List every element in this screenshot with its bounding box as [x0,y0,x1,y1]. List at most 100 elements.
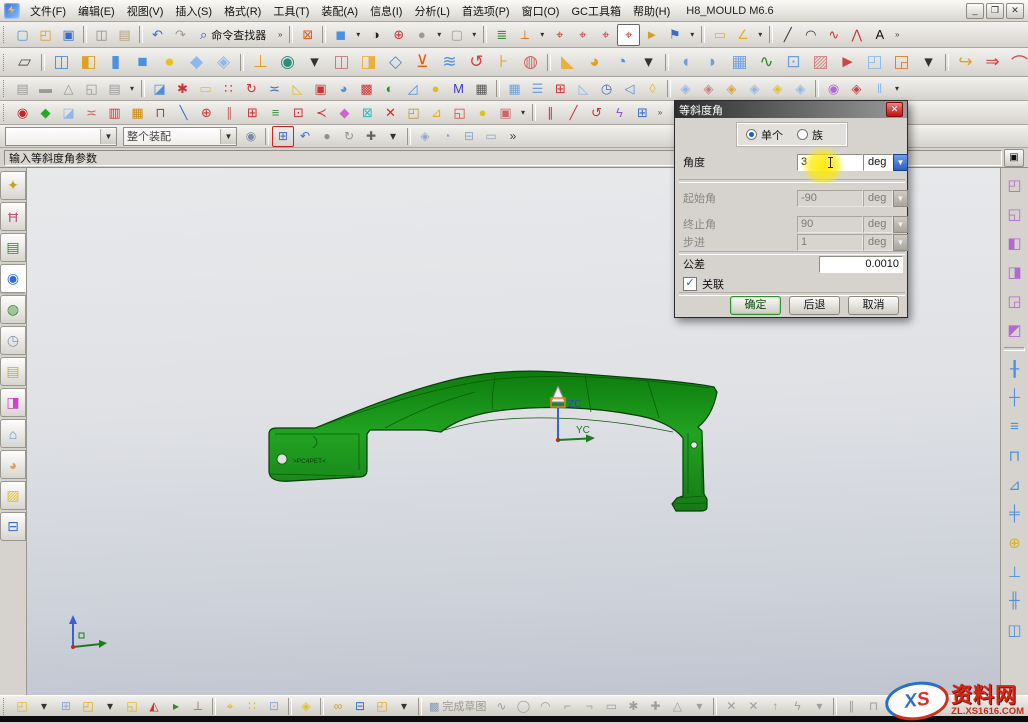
tolerance-input[interactable]: 0.0010 [819,256,903,273]
section-analysis-icon[interactable]: ◿ [401,78,424,100]
restore-button[interactable]: ❐ [986,3,1004,19]
contrast-icon[interactable]: ◑ [364,24,387,46]
line-red-icon[interactable]: ╱ [562,102,585,124]
boolean-more-icon[interactable]: ▾ [301,49,328,76]
offset-icon[interactable]: ⊦ [490,49,517,76]
sheet-chk6-icon[interactable]: ◈ [789,78,812,100]
shell-more-icon[interactable]: ▾ [635,49,662,76]
bridge-icon[interactable]: ⌒ [1006,49,1028,76]
text-box-icon[interactable]: ▣ [309,78,332,100]
vertex-icon[interactable]: ≺ [310,102,333,124]
roles-people-icon[interactable]: ◕ [0,450,26,479]
building-wand-icon[interactable]: ⌂ [0,419,26,448]
hourglass-icon[interactable]: ◊ [641,78,664,100]
link-icon[interactable]: ≍ [80,102,103,124]
extrude-icon[interactable]: ◫ [48,49,75,76]
print-icon[interactable]: ◫ [90,24,113,46]
colored-sphere-icon[interactable]: ◉ [822,78,845,100]
gray-ball-icon[interactable]: ● [316,126,338,147]
extract-icon[interactable]: ↪ [952,49,979,76]
sketch-corner1-icon[interactable]: ⌐ [556,696,578,717]
perp-gray-icon[interactable]: ⊥ [187,696,209,717]
yellow-dot-icon[interactable]: ● [471,102,494,124]
folder-add-icon[interactable]: ◰ [402,102,425,124]
menu-item-0[interactable]: 文件(F) [24,0,72,22]
measure-more-icon[interactable]: ▾ [754,24,766,46]
shaded-view-icon[interactable]: ◼ [329,24,352,46]
u-clamp-icon[interactable]: ⊓ [149,102,172,124]
wcs-triad[interactable]: ZC YC [532,386,622,456]
csys-dynamic-icon[interactable]: ⌖ [617,24,640,46]
back-button[interactable]: 后退 [789,296,840,315]
boxed-point-icon[interactable]: ⊡ [263,696,285,717]
sphere-icon[interactable]: ● [156,49,183,76]
csys-b-icon[interactable]: ⌖ [571,24,594,46]
bounded-plane-icon[interactable]: ◰ [861,49,888,76]
history-clock-icon[interactable]: ◷ [595,78,618,100]
quick-dim-icon[interactable]: ϟ [786,696,808,717]
key-icon[interactable]: ► [640,24,663,46]
text-tool-icon[interactable]: A [868,24,891,46]
prompt-corner-button[interactable]: ▣ [1004,149,1024,167]
flag-icon[interactable]: ⚑ [663,24,686,46]
edge-blend-icon[interactable]: ◕ [581,49,608,76]
web-page-icon[interactable]: ◍ [0,295,26,324]
chamfer-icon[interactable]: ◣ [554,49,581,76]
menu-item-11[interactable]: GC工具箱 [565,0,627,22]
protractor-icon[interactable]: ∠ [731,24,754,46]
mirror-icon[interactable]: ◭ [143,696,165,717]
close-button[interactable]: ✕ [1006,3,1024,19]
menu-item-5[interactable]: 工具(T) [267,0,315,22]
red-diamond-icon[interactable]: ◈ [845,78,868,100]
redo-icon[interactable]: ↷ [169,24,192,46]
deviation-icon[interactable]: ▩ [355,78,378,100]
cancel-button[interactable]: 取消 [848,296,899,315]
new-icon[interactable]: ▢ [11,24,34,46]
spline-icon[interactable]: ∿ [822,24,845,46]
stripes-icon[interactable]: ≡ [264,102,287,124]
blend1-icon[interactable]: ◆ [183,49,210,76]
mesh-surface-icon[interactable]: ▦ [726,49,753,76]
mold-shrinkage-icon[interactable]: ◱ [1002,200,1028,227]
electrode-icon[interactable]: ⊿ [1002,471,1028,498]
ruler-icon[interactable]: ▭ [708,24,731,46]
radio-single-circle[interactable] [746,129,757,140]
join-icon[interactable]: ⇒ [979,49,1006,76]
angle-check-icon[interactable]: ◺ [572,78,595,100]
compare-icon[interactable]: ⊞ [549,78,572,100]
menu-item-6[interactable]: 装配(A) [315,0,364,22]
sheet-chk3-icon[interactable]: ◈ [720,78,743,100]
close-window-icon[interactable]: ⊠ [296,24,319,46]
csys-c-icon[interactable]: ⌖ [594,24,617,46]
gray-more-icon[interactable]: ▾ [126,78,138,100]
menu-item-12[interactable]: 帮助(H) [627,0,676,22]
toolbar-grip[interactable] [3,104,8,121]
playback-icon[interactable]: ◁ [618,78,641,100]
filter-box-icon[interactable]: ⊟ [349,696,371,717]
arc-icon[interactable]: ◠ [799,24,822,46]
standard-part-icon[interactable]: ╂ [1002,355,1028,382]
cyan-box-icon[interactable]: ⊠ [356,102,379,124]
angle-unit-combo[interactable]: deg [863,154,893,171]
history-icon[interactable]: ◷ [0,326,26,355]
part-list-icon[interactable]: ≣ [490,24,513,46]
sphere-more-icon[interactable]: ▾ [433,24,445,46]
shaded-more-icon[interactable]: ▾ [352,24,364,46]
menu-item-2[interactable]: 视图(V) [121,0,170,22]
point-set-icon[interactable]: ∷ [217,78,240,100]
gray-c-icon[interactable]: △ [57,78,80,100]
orbit-icon[interactable]: ↻ [338,126,360,147]
gray-b-icon[interactable]: ▬ [34,78,57,100]
split-body-icon[interactable]: ◨ [355,49,382,76]
associate-checkbox[interactable]: ✓ [683,277,697,291]
touch-info-icon[interactable]: ◉ [0,264,26,293]
background-more-icon[interactable]: ▾ [468,24,480,46]
through-curves-icon[interactable]: ◗ [699,49,726,76]
window-grid-icon[interactable]: ⊞ [241,102,264,124]
angle-unit-dropdown-icon[interactable]: ▼ [893,154,908,171]
background-icon[interactable]: ▢ [445,24,468,46]
list-icon[interactable]: ☰ [526,78,549,100]
sketch-icon[interactable]: ▱ [11,49,38,76]
mold-csys-icon[interactable]: ◰ [1002,171,1028,198]
chain-links-icon[interactable]: ∞ [327,696,349,717]
